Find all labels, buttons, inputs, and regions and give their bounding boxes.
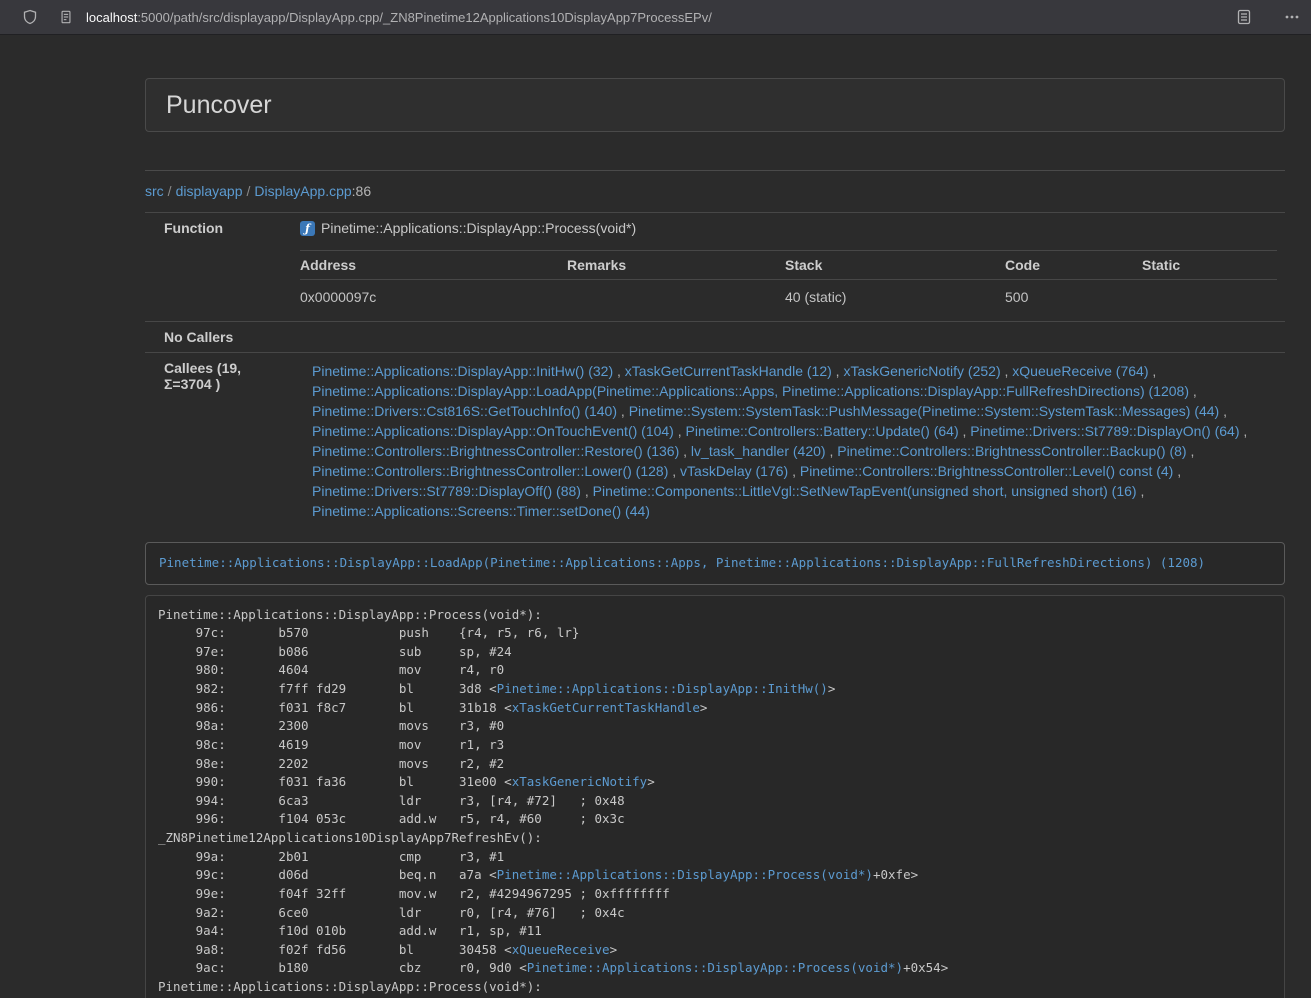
function-row-label: Function [145,213,292,244]
callee-link[interactable]: Pinetime::Components::LittleVgl::SetNewT… [593,483,1137,499]
callee-separator: , [1137,483,1145,499]
stats-table: Address Remarks Stack Code Static 0x0000… [300,250,1277,314]
address-value: 0x0000097c [300,280,567,315]
callee-separator: , [679,443,691,459]
reader-view-icon[interactable] [1232,5,1256,29]
callee-link[interactable]: Pinetime::Controllers::BrightnessControl… [837,443,1186,459]
callee-link[interactable]: xTaskGenericNotify (252) [843,363,1000,379]
callee-link[interactable]: Pinetime::Drivers::St7789::DisplayOff() … [312,483,581,499]
highlighted-callee-link[interactable]: Pinetime::Applications::DisplayApp::Load… [159,555,1205,570]
callee-separator: , [668,463,680,479]
callee-separator: , [788,463,800,479]
callee-separator: , [1240,423,1248,439]
disassembly-code: Pinetime::Applications::DisplayApp::Proc… [145,595,1285,998]
callee-link[interactable]: xTaskGetCurrentTaskHandle (12) [625,363,832,379]
url-bar[interactable]: localhost:5000/path/src/displayapp/Displ… [86,10,1232,25]
callee-separator: , [617,403,629,419]
brand-panel: Puncover [145,78,1285,132]
callee-separator: , [959,423,971,439]
breadcrumb-link-file[interactable]: DisplayApp.cpp [254,183,351,199]
symbol-table: Function ƒ Pinetime::Applications::Displ… [145,212,1285,530]
callee-link[interactable]: Pinetime::Controllers::BrightnessControl… [312,463,668,479]
stack-value: 40 (static) [785,280,1005,315]
symbol-link[interactable]: xQueueReceive [512,942,610,957]
symbol-link[interactable]: xTaskGenericNotify [512,774,647,789]
callee-separator: , [826,443,838,459]
function-name: Pinetime::Applications::DisplayApp::Proc… [321,220,636,236]
callee-separator: , [1187,443,1195,459]
remarks-value [567,280,785,315]
col-header-stack: Stack [785,251,1005,280]
callee-link[interactable]: Pinetime::Applications::DisplayApp::OnTo… [312,423,674,439]
symbol-link[interactable]: xTaskGetCurrentTaskHandle [512,700,700,715]
callee-separator: , [832,363,844,379]
callee-link[interactable]: Pinetime::Controllers::BrightnessControl… [312,443,679,459]
col-header-static: Static [1142,251,1277,280]
callee-link[interactable]: Pinetime::Drivers::St7789::DisplayOn() (… [970,423,1239,439]
callee-separator: , [1219,403,1227,419]
callee-link[interactable]: Pinetime::Applications::DisplayApp::Init… [312,363,613,379]
callee-separator: , [1148,363,1156,379]
callee-link[interactable]: Pinetime::System::SystemTask::PushMessag… [629,403,1220,419]
callee-link[interactable]: Pinetime::Applications::DisplayApp::Load… [312,383,1189,399]
page-info-icon[interactable] [54,5,78,29]
breadcrumb-link-src[interactable]: src [145,183,164,199]
page-actions-icon[interactable] [1280,5,1304,29]
stats-row: 0x0000097c 40 (static) 500 [300,280,1277,315]
browser-toolbar: localhost:5000/path/src/displayapp/Displ… [0,0,1311,35]
highlighted-callee-box: Pinetime::Applications::DisplayApp::Load… [145,542,1285,584]
code-value: 500 [1005,280,1142,315]
symbol-link[interactable]: Pinetime::Applications::DisplayApp::Init… [497,681,828,696]
url-path: :5000/path/src/displayapp/DisplayApp.cpp… [137,10,712,25]
callees-list: Pinetime::Applications::DisplayApp::Init… [292,353,1285,531]
callee-separator: , [613,363,625,379]
callee-link[interactable]: lv_task_handler (420) [691,443,826,459]
callee-link[interactable]: vTaskDelay (176) [680,463,788,479]
callee-separator: , [1001,363,1013,379]
callee-separator: , [1189,383,1197,399]
col-header-remarks: Remarks [567,251,785,280]
divider [145,170,1285,171]
col-header-address: Address [300,251,567,280]
callee-link[interactable]: Pinetime::Drivers::Cst816S::GetTouchInfo… [312,403,617,419]
page-title: Puncover [166,92,1264,118]
breadcrumb-separator: / [247,183,251,199]
tracking-protection-shield-icon[interactable] [18,5,42,29]
url-host: localhost [86,10,137,25]
col-header-code: Code [1005,251,1142,280]
callee-link[interactable]: xQueueReceive (764) [1012,363,1148,379]
function-icon: ƒ [300,221,315,236]
breadcrumb-link-displayapp[interactable]: displayapp [176,183,243,199]
callee-separator: , [581,483,593,499]
breadcrumb: src/displayapp/DisplayApp.cpp:86 [145,184,1285,199]
callee-link[interactable]: Pinetime::Applications::Screens::Timer::… [312,503,650,519]
callee-link[interactable]: Pinetime::Controllers::BrightnessControl… [800,463,1173,479]
callees-label: Callees (19, Σ=3704 ) [145,353,292,531]
no-callers-label: No Callers [145,322,292,353]
static-value [1142,280,1277,315]
callee-separator: , [1173,463,1181,479]
breadcrumb-line-number: :86 [352,183,371,199]
symbol-link[interactable]: Pinetime::Applications::DisplayApp::Proc… [497,867,873,882]
page-content: Puncover src/displayapp/DisplayApp.cpp:8… [145,78,1285,998]
symbol-link[interactable]: Pinetime::Applications::DisplayApp::Proc… [527,960,903,975]
callee-separator: , [674,423,686,439]
breadcrumb-separator: / [168,183,172,199]
callee-link[interactable]: Pinetime::Controllers::Battery::Update()… [686,423,959,439]
